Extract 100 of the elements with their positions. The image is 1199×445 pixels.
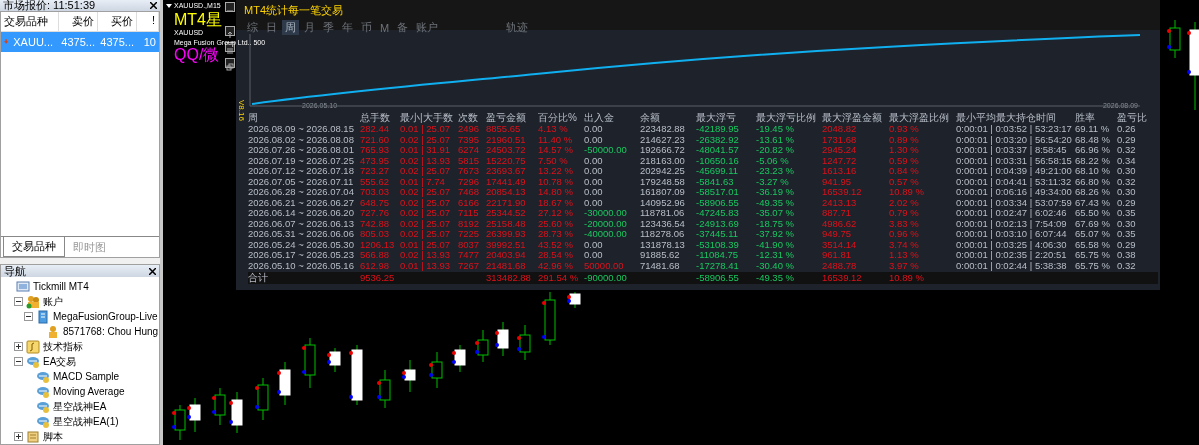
column-header[interactable]: 交易品种: [1, 11, 59, 32]
tree-item[interactable]: Moving Average: [53, 386, 125, 397]
period-tab[interactable]: 周: [282, 20, 299, 35]
table-cell: 7267: [458, 260, 480, 271]
table-cell: 合计: [248, 272, 268, 284]
chart-label: QQ/微: [174, 46, 220, 63]
table-cell: -58906.55: [696, 197, 739, 208]
table-cell: -35.07 %: [756, 208, 795, 219]
expand-toggle[interactable]: [14, 297, 23, 306]
table-cell: 2026.08.09 ~ 2026.08.15: [248, 124, 354, 135]
expand-toggle[interactable]: [14, 342, 23, 351]
table-cell: 17441.49: [486, 176, 526, 187]
candle: [377, 369, 391, 409]
table-cell: 0:00:01 | 0:02:44 | 5:38:38: [956, 260, 1067, 271]
table-cell: 2026.08.02 ~ 2026.08.08: [248, 134, 354, 145]
column-header[interactable]: !: [137, 11, 159, 32]
table-cell: -30000.00: [584, 208, 627, 219]
table-cell: 9536.25: [360, 272, 395, 284]
column-header: 次数: [458, 112, 478, 124]
close-icon[interactable]: [149, 267, 156, 275]
table-cell: -50000.00: [584, 145, 627, 156]
close-icon[interactable]: [150, 1, 157, 9]
tree-item[interactable]: EA交易: [43, 354, 77, 369]
expand-toggle[interactable]: [14, 432, 23, 441]
column-header: 盈亏比: [1117, 112, 1147, 124]
period-tab[interactable]: 备: [394, 20, 412, 35]
table-cell: 14.80 %: [538, 187, 573, 198]
period-tab[interactable]: 年: [339, 20, 356, 35]
spread-cell-text: 10: [142, 34, 157, 50]
table-cell: 0:00:01 | 0:02:35 | 2:20:51: [956, 250, 1067, 261]
table-cell: 68.22 %: [1075, 155, 1110, 166]
table-cell: 0.00: [584, 176, 603, 187]
table-cell: 0.30: [1117, 166, 1136, 177]
column-header[interactable]: 买价: [98, 11, 137, 32]
period-tab[interactable]: M: [377, 21, 393, 34]
table-cell: 28.73 %: [538, 229, 573, 240]
table-cell: 2945.24: [822, 145, 857, 156]
table-cell: 202942.25: [640, 166, 685, 177]
table-cell: 2026.07.26 ~ 2026.08.01: [248, 145, 354, 156]
tree-item[interactable]: 技术指标: [43, 339, 83, 354]
period-tab[interactable]: 账户: [413, 20, 442, 35]
table-cell: 39992.51: [486, 239, 526, 250]
caret-icon[interactable]: [166, 3, 172, 8]
column-header[interactable]: 卖价: [59, 11, 98, 32]
table-cell: 67.43 %: [1075, 197, 1110, 208]
candle: [255, 377, 269, 421]
table-cell: -90000.00: [584, 272, 627, 284]
expand-toggle[interactable]: [24, 312, 33, 321]
table-cell: 118781.06: [640, 208, 685, 219]
table-cell: 10.89 %: [889, 272, 924, 284]
table-cell: -11084.75: [696, 250, 739, 261]
table-cell: 1.30 %: [889, 145, 919, 156]
table-cell: -37.92 %: [756, 229, 795, 240]
table-cell: -41.90 %: [756, 239, 795, 250]
tree-item[interactable]: 脚本: [43, 429, 63, 444]
table-cell: 0:00:01 | 0:03:20 | 56:54:20: [956, 134, 1072, 145]
table-cell: -3.27 %: [756, 176, 789, 187]
trail-button[interactable]: 轨迹: [503, 20, 532, 35]
table-cell: 2026.05.17 ~ 2026.05.23: [248, 250, 354, 261]
tree-item[interactable]: 星空战神EA(1): [53, 414, 119, 429]
table-cell: 223482.88: [640, 124, 685, 135]
table-cell: 2048.82: [822, 124, 857, 135]
table-cell: 7225: [458, 229, 480, 240]
period-tab[interactable]: 币: [358, 20, 375, 35]
candle: [327, 347, 341, 373]
chart-label: MT4星: [174, 11, 222, 28]
period-tab[interactable]: 日: [263, 20, 280, 35]
table-cell: -42189.95: [696, 124, 739, 135]
up-icon[interactable]: [225, 26, 235, 36]
period-tab[interactable]: 季: [320, 20, 337, 35]
period-tab[interactable]: 月: [301, 20, 318, 35]
tree-item[interactable]: MACD Sample: [53, 371, 120, 382]
windows-icon[interactable]: [225, 58, 235, 68]
tree-item[interactable]: 账户: [43, 294, 63, 309]
table-cell: 67.69 %: [1075, 218, 1110, 229]
table-cell: -40000.00: [584, 229, 627, 240]
table-cell: 282.44: [360, 124, 390, 135]
table-cell: 961.81: [822, 250, 852, 261]
table-cell: 2026.07.12 ~ 2026.07.18: [248, 166, 354, 177]
column-header: 总手数: [360, 112, 390, 124]
table-cell: 91885.62: [640, 250, 680, 261]
table-cell: -58517.01: [696, 187, 739, 198]
panel-tab[interactable]: 交易品种: [3, 237, 65, 257]
tree-item[interactable]: 星空战神EA: [53, 399, 107, 414]
table-cell: 65.50 %: [1075, 208, 1110, 219]
tree-item[interactable]: MegaFusionGroup-Live: [53, 311, 158, 322]
table-cell: 0:00:01 | 0:03:25 | 4:06:30: [956, 239, 1067, 250]
minimize-icon[interactable]: [225, 2, 235, 12]
function-icon: [26, 339, 40, 354]
expand-toggle[interactable]: [14, 357, 23, 366]
table-cell: 2026.06.07 ~ 2026.06.13: [248, 218, 354, 229]
table-cell: 566.88: [360, 250, 390, 261]
tree-item[interactable]: Tickmill MT4: [33, 281, 89, 292]
table-cell: 2026.05.31 ~ 2026.06.06: [248, 229, 354, 240]
tree-item[interactable]: 8571768: Chou Hung: [63, 326, 159, 337]
table-cell: 3.97 %: [889, 260, 919, 271]
period-tab[interactable]: 综: [244, 20, 261, 35]
table-cell: 2026.06.28 ~ 2026.07.04: [248, 187, 354, 198]
table-cell: -23.23 %: [756, 166, 795, 177]
table-cell: 648.75: [360, 197, 390, 208]
